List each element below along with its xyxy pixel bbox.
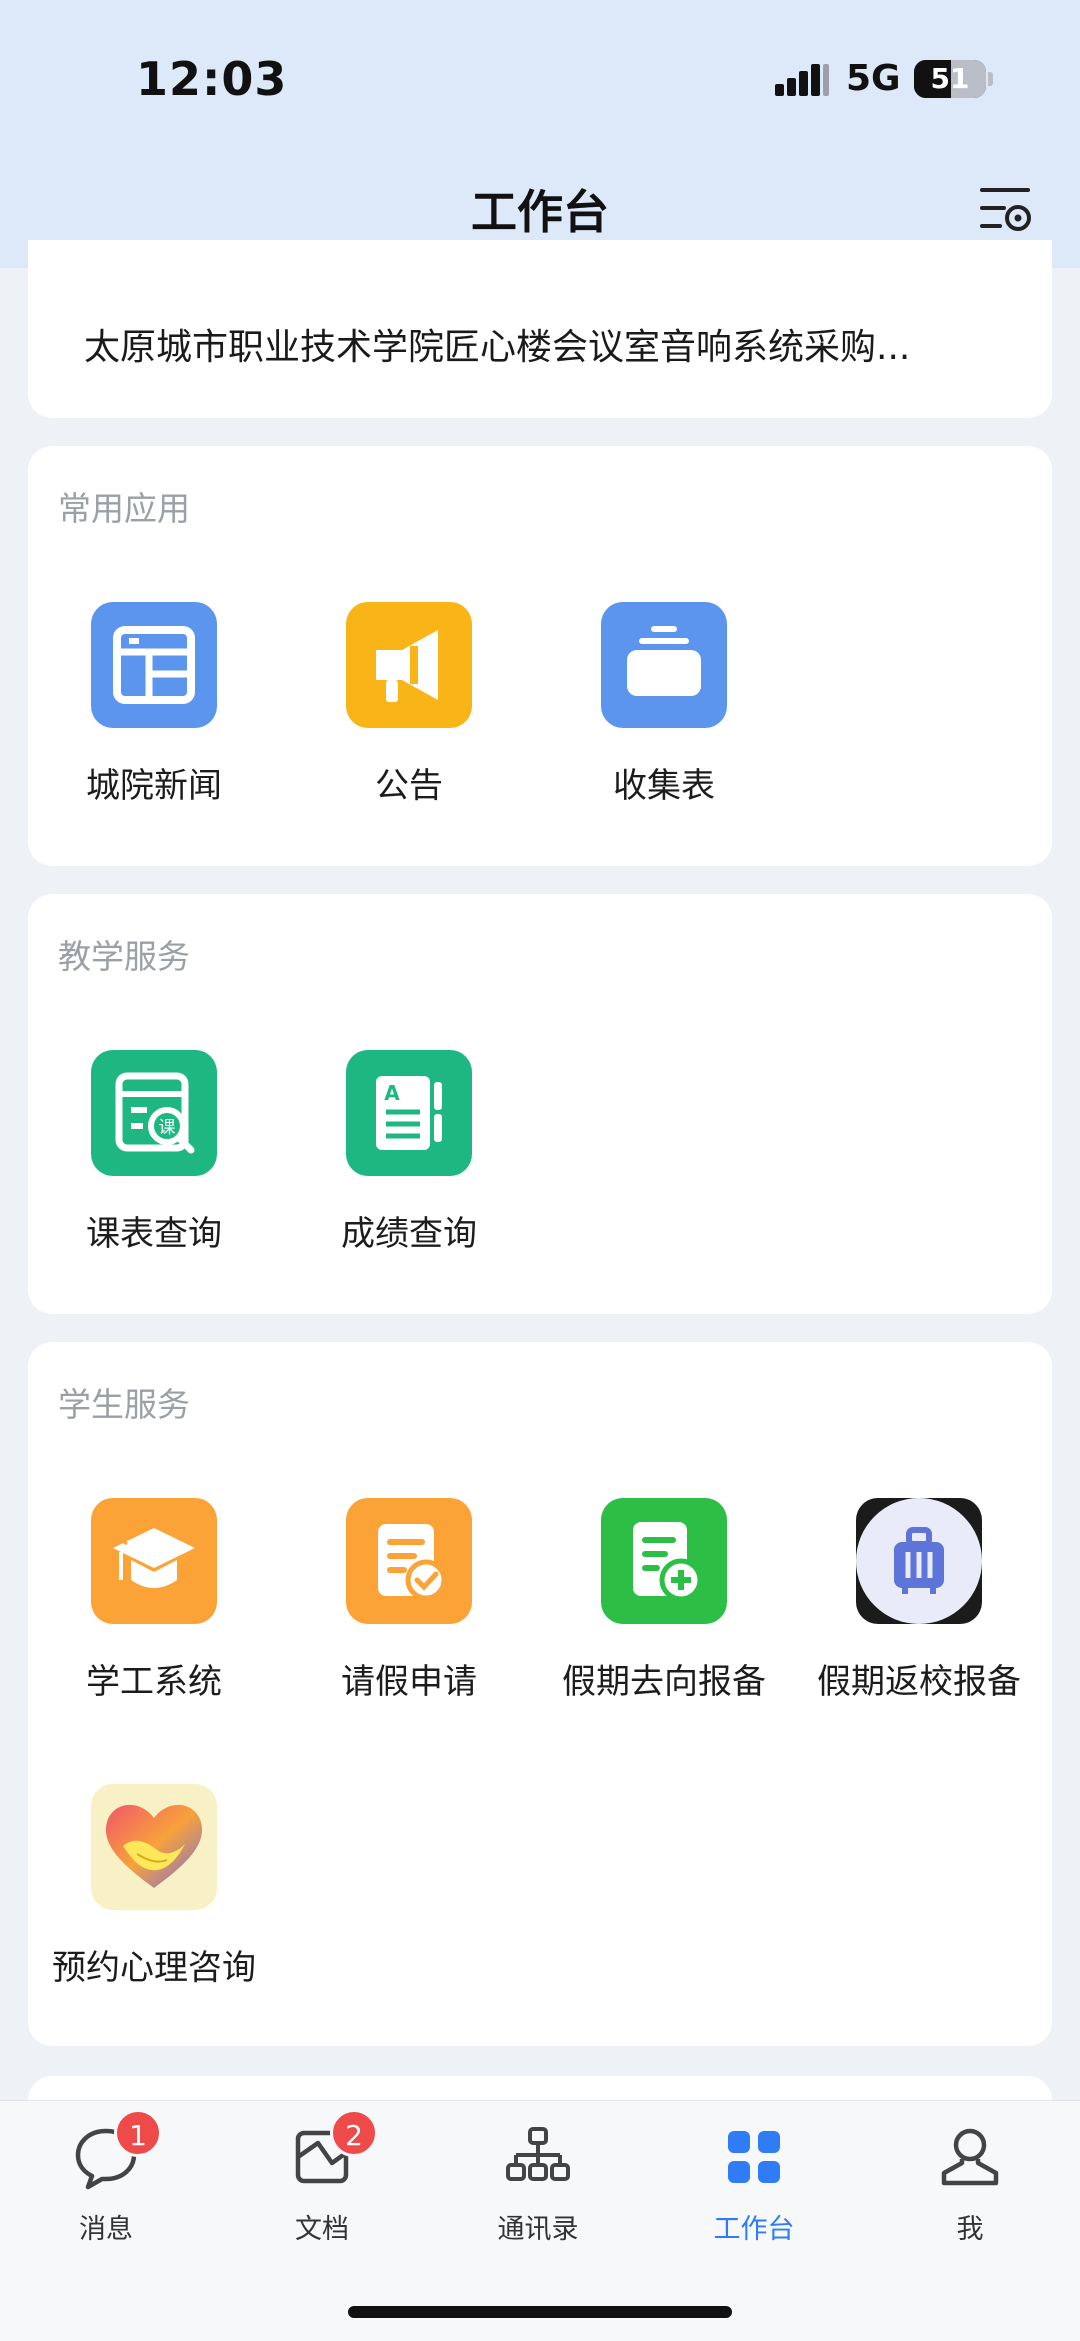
- app-grades[interactable]: A 成绩查询: [283, 1050, 523, 1260]
- leave-request-icon: [346, 1498, 472, 1624]
- app-student-affairs[interactable]: 学工系统: [28, 1498, 268, 1708]
- app-timetable[interactable]: 课 课表查询: [28, 1050, 268, 1260]
- home-indicator: [348, 2306, 732, 2318]
- tab-label: 文档: [295, 2214, 349, 2245]
- app-label: 收集表: [613, 766, 715, 806]
- tab-messages[interactable]: 1 消息: [36, 2109, 176, 2245]
- tab-me[interactable]: 我: [900, 2123, 1040, 2245]
- battery-tip: [988, 72, 993, 86]
- section-title-common: 常用应用: [58, 489, 190, 528]
- tab-workbench[interactable]: 工作台: [684, 2123, 824, 2245]
- app-news[interactable]: 城院新闻: [28, 602, 268, 812]
- app-label: 成绩查询: [341, 1214, 477, 1254]
- battery-level: 51: [930, 62, 970, 95]
- heart-handshake-icon: [91, 1784, 217, 1910]
- svg-text:课: 课: [159, 1118, 176, 1138]
- org-chart-icon: [506, 2127, 570, 2181]
- battery-icon: 51: [914, 60, 986, 98]
- app-label: 假期去向报备: [562, 1662, 766, 1702]
- app-announcement[interactable]: 公告: [283, 602, 523, 812]
- app-return-to-school[interactable]: 假期返校报备: [793, 1498, 1033, 1708]
- app-holiday-destination[interactable]: 假期去向报备: [538, 1498, 778, 1708]
- common-apps-card: 常用应用 城院新闻 公告 收集表: [28, 446, 1052, 866]
- unread-badge: 1: [114, 2109, 162, 2157]
- news-card[interactable]: 太原城市职业技术学院匠心楼会议室音响系统采购...: [28, 240, 1052, 418]
- add-document-icon: [601, 1498, 727, 1624]
- newspaper-icon: [91, 602, 217, 728]
- app-label: 请假申请: [341, 1662, 477, 1702]
- app-label: 课表查询: [86, 1214, 222, 1254]
- grid-apps-icon: [728, 2131, 780, 2183]
- person-icon: [941, 2128, 999, 2186]
- tab-label: 我: [956, 2214, 984, 2245]
- teaching-services-card: 教学服务 课 课表查询 A 成绩查询: [28, 894, 1052, 1314]
- signal-strength-icon: [775, 64, 829, 96]
- unread-badge: 2: [330, 2109, 378, 2157]
- tab-contacts[interactable]: 通讯录: [468, 2123, 608, 2245]
- graduation-cap-icon: [91, 1498, 217, 1624]
- app-label: 预约心理咨询: [52, 1948, 256, 1988]
- app-collection-form[interactable]: 收集表: [538, 602, 778, 812]
- student-services-card: 学生服务 学工系统 请假申请 假期去向报备 假期返校报备 预约心理咨询: [28, 1342, 1052, 2046]
- svg-text:A: A: [384, 1081, 400, 1105]
- tab-label: 工作台: [713, 2214, 795, 2245]
- megaphone-icon: [346, 602, 472, 728]
- page-title: 工作台: [471, 185, 609, 239]
- app-label: 学工系统: [86, 1662, 222, 1702]
- app-label: 城院新闻: [86, 766, 222, 806]
- tab-label: 消息: [79, 2214, 133, 2245]
- bottom-tab-bar: 1 消息 2 文档 通讯录 工作台 我: [0, 2100, 1080, 2341]
- luggage-icon: [856, 1498, 982, 1624]
- grade-book-icon: A: [346, 1050, 472, 1176]
- app-label: 假期返校报备: [817, 1662, 1021, 1702]
- app-leave-request[interactable]: 请假申请: [283, 1498, 523, 1708]
- network-type: 5G: [846, 58, 901, 99]
- timetable-search-icon: 课: [91, 1050, 217, 1176]
- collection-box-icon: [601, 602, 727, 728]
- news-headline[interactable]: 太原城市职业技术学院匠心楼会议室音响系统采购...: [84, 318, 1024, 370]
- app-psychological-counseling[interactable]: 预约心理咨询: [28, 1784, 268, 1994]
- section-title-teaching: 教学服务: [58, 937, 190, 976]
- tab-documents[interactable]: 2 文档: [252, 2109, 392, 2245]
- status-time: 12:03: [136, 52, 288, 106]
- tab-label: 通讯录: [497, 2214, 579, 2245]
- status-bar: 12:03 5G 51: [0, 0, 1080, 160]
- list-settings-icon[interactable]: [978, 184, 1034, 234]
- app-label: 公告: [375, 766, 443, 806]
- section-title-student: 学生服务: [58, 1385, 190, 1424]
